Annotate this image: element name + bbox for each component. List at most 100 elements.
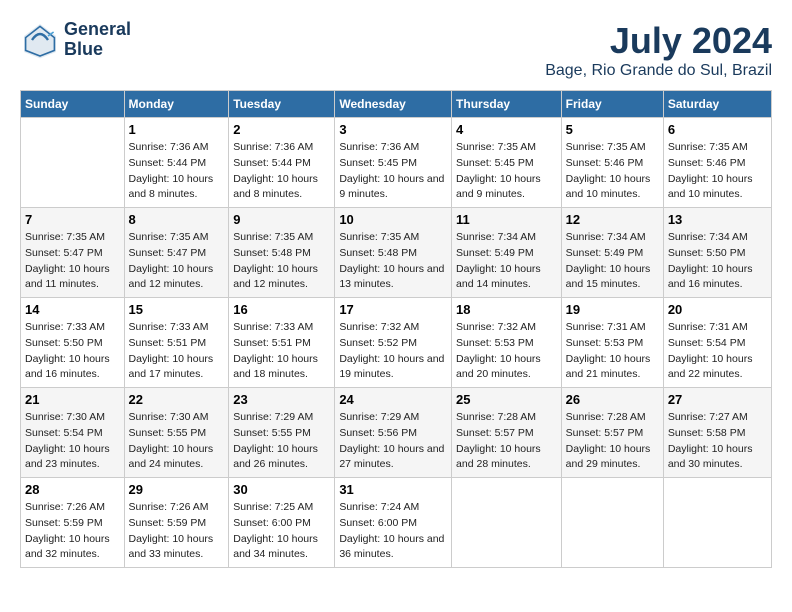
- day-number: 22: [129, 392, 225, 407]
- day-number: 28: [25, 482, 120, 497]
- calendar-cell: 4 Sunrise: 7:35 AMSunset: 5:45 PMDaylight…: [452, 118, 562, 208]
- day-number: 27: [668, 392, 767, 407]
- cell-info: Sunrise: 7:35 AMSunset: 5:48 PMDaylight:…: [233, 230, 330, 293]
- day-number: 11: [456, 212, 557, 227]
- cell-info: Sunrise: 7:36 AMSunset: 5:45 PMDaylight:…: [339, 140, 447, 203]
- day-number: 24: [339, 392, 447, 407]
- day-number: 9: [233, 212, 330, 227]
- calendar-cell: 11 Sunrise: 7:34 AMSunset: 5:49 PMDayligh…: [452, 208, 562, 298]
- week-row-1: 1 Sunrise: 7:36 AMSunset: 5:44 PMDaylight…: [21, 118, 772, 208]
- calendar-cell: 25Sunrise: 7:28 AMSunset: 5:57 PMDayligh…: [452, 388, 562, 478]
- calendar-cell: 5 Sunrise: 7:35 AMSunset: 5:46 PMDaylight…: [561, 118, 663, 208]
- cell-info: Sunrise: 7:25 AMSunset: 6:00 PMDaylight:…: [233, 500, 330, 563]
- calendar-cell: 30 Sunrise: 7:25 AMSunset: 6:00 PMDayligh…: [229, 478, 335, 568]
- calendar-cell: 16Sunrise: 7:33 AMSunset: 5:51 PMDayligh…: [229, 298, 335, 388]
- calendar-cell: 1 Sunrise: 7:36 AMSunset: 5:44 PMDaylight…: [124, 118, 229, 208]
- cell-info: Sunrise: 7:35 AMSunset: 5:47 PMDaylight:…: [129, 230, 225, 293]
- day-number: 12: [566, 212, 659, 227]
- cell-info: Sunrise: 7:29 AMSunset: 5:56 PMDaylight:…: [339, 410, 447, 473]
- calendar-cell: 13 Sunrise: 7:34 AMSunset: 5:50 PMDayligh…: [663, 208, 771, 298]
- calendar-cell: 7 Sunrise: 7:35 AMSunset: 5:47 PMDaylight…: [21, 208, 125, 298]
- cell-info: Sunrise: 7:36 AMSunset: 5:44 PMDaylight:…: [129, 140, 225, 203]
- calendar-cell: 20 Sunrise: 7:31 AMSunset: 5:54 PMDayligh…: [663, 298, 771, 388]
- calendar-cell: 24 Sunrise: 7:29 AMSunset: 5:56 PMDayligh…: [335, 388, 452, 478]
- calendar-cell: 15 Sunrise: 7:33 AMSunset: 5:51 PMDayligh…: [124, 298, 229, 388]
- col-header-thursday: Thursday: [452, 91, 562, 118]
- cell-info: Sunrise: 7:35 AMSunset: 5:48 PMDaylight:…: [339, 230, 447, 293]
- subtitle: Bage, Rio Grande do Sul, Brazil: [545, 62, 772, 80]
- week-row-4: 21Sunrise: 7:30 AMSunset: 5:54 PMDayligh…: [21, 388, 772, 478]
- calendar-cell: 17 Sunrise: 7:32 AMSunset: 5:52 PMDayligh…: [335, 298, 452, 388]
- cell-info: Sunrise: 7:29 AMSunset: 5:55 PMDaylight:…: [233, 410, 330, 473]
- cell-info: Sunrise: 7:31 AMSunset: 5:54 PMDaylight:…: [668, 320, 767, 383]
- cell-info: Sunrise: 7:34 AMSunset: 5:49 PMDaylight:…: [566, 230, 659, 293]
- day-number: 2: [233, 122, 330, 137]
- cell-info: Sunrise: 7:36 AMSunset: 5:44 PMDaylight:…: [233, 140, 330, 203]
- day-number: 1: [129, 122, 225, 137]
- cell-info: Sunrise: 7:30 AMSunset: 5:55 PMDaylight:…: [129, 410, 225, 473]
- cell-info: Sunrise: 7:35 AMSunset: 5:46 PMDaylight:…: [668, 140, 767, 203]
- cell-info: Sunrise: 7:35 AMSunset: 5:46 PMDaylight:…: [566, 140, 659, 203]
- cell-info: Sunrise: 7:35 AMSunset: 5:47 PMDaylight:…: [25, 230, 120, 293]
- cell-info: Sunrise: 7:34 AMSunset: 5:50 PMDaylight:…: [668, 230, 767, 293]
- day-number: 23: [233, 392, 330, 407]
- title-section: July 2024 Bage, Rio Grande do Sul, Brazi…: [545, 20, 772, 80]
- cell-info: Sunrise: 7:28 AMSunset: 5:57 PMDaylight:…: [566, 410, 659, 473]
- cell-info: Sunrise: 7:32 AMSunset: 5:52 PMDaylight:…: [339, 320, 447, 383]
- calendar-cell: 27Sunrise: 7:27 AMSunset: 5:58 PMDayligh…: [663, 388, 771, 478]
- logo-line2: Blue: [64, 40, 131, 60]
- calendar-cell: [561, 478, 663, 568]
- day-number: 19: [566, 302, 659, 317]
- day-number: 13: [668, 212, 767, 227]
- calendar-cell: [21, 118, 125, 208]
- calendar-cell: 19 Sunrise: 7:31 AMSunset: 5:53 PMDayligh…: [561, 298, 663, 388]
- header-row: SundayMondayTuesdayWednesdayThursdayFrid…: [21, 91, 772, 118]
- calendar-cell: 29Sunrise: 7:26 AMSunset: 5:59 PMDayligh…: [124, 478, 229, 568]
- day-number: 21: [25, 392, 120, 407]
- day-number: 3: [339, 122, 447, 137]
- logo-line1: General: [64, 20, 131, 40]
- calendar-cell: 2 Sunrise: 7:36 AMSunset: 5:44 PMDaylight…: [229, 118, 335, 208]
- col-header-monday: Monday: [124, 91, 229, 118]
- cell-info: Sunrise: 7:33 AMSunset: 5:51 PMDaylight:…: [233, 320, 330, 383]
- day-number: 6: [668, 122, 767, 137]
- week-row-2: 7 Sunrise: 7:35 AMSunset: 5:47 PMDaylight…: [21, 208, 772, 298]
- col-header-tuesday: Tuesday: [229, 91, 335, 118]
- day-number: 20: [668, 302, 767, 317]
- week-row-3: 14Sunrise: 7:33 AMSunset: 5:50 PMDayligh…: [21, 298, 772, 388]
- logo: General Blue: [20, 20, 131, 60]
- day-number: 17: [339, 302, 447, 317]
- day-number: 7: [25, 212, 120, 227]
- calendar-cell: 8 Sunrise: 7:35 AMSunset: 5:47 PMDaylight…: [124, 208, 229, 298]
- header: General Blue July 2024 Bage, Rio Grande …: [20, 20, 772, 80]
- calendar-cell: 28 Sunrise: 7:26 AMSunset: 5:59 PMDayligh…: [21, 478, 125, 568]
- calendar-cell: 18Sunrise: 7:32 AMSunset: 5:53 PMDayligh…: [452, 298, 562, 388]
- calendar-cell: 26 Sunrise: 7:28 AMSunset: 5:57 PMDayligh…: [561, 388, 663, 478]
- calendar-cell: [452, 478, 562, 568]
- day-number: 18: [456, 302, 557, 317]
- day-number: 4: [456, 122, 557, 137]
- cell-info: Sunrise: 7:35 AMSunset: 5:45 PMDaylight:…: [456, 140, 557, 203]
- cell-info: Sunrise: 7:31 AMSunset: 5:53 PMDaylight:…: [566, 320, 659, 383]
- col-header-friday: Friday: [561, 91, 663, 118]
- day-number: 5: [566, 122, 659, 137]
- col-header-wednesday: Wednesday: [335, 91, 452, 118]
- logo-icon: [20, 20, 60, 60]
- day-number: 8: [129, 212, 225, 227]
- cell-info: Sunrise: 7:33 AMSunset: 5:51 PMDaylight:…: [129, 320, 225, 383]
- calendar-cell: 22 Sunrise: 7:30 AMSunset: 5:55 PMDayligh…: [124, 388, 229, 478]
- calendar-table: SundayMondayTuesdayWednesdayThursdayFrid…: [20, 90, 772, 568]
- cell-info: Sunrise: 7:26 AMSunset: 5:59 PMDaylight:…: [129, 500, 225, 563]
- cell-info: Sunrise: 7:34 AMSunset: 5:49 PMDaylight:…: [456, 230, 557, 293]
- day-number: 15: [129, 302, 225, 317]
- calendar-cell: 14Sunrise: 7:33 AMSunset: 5:50 PMDayligh…: [21, 298, 125, 388]
- day-number: 26: [566, 392, 659, 407]
- cell-info: Sunrise: 7:33 AMSunset: 5:50 PMDaylight:…: [25, 320, 120, 383]
- col-header-saturday: Saturday: [663, 91, 771, 118]
- calendar-cell: [663, 478, 771, 568]
- calendar-cell: 9 Sunrise: 7:35 AMSunset: 5:48 PMDaylight…: [229, 208, 335, 298]
- logo-text: General Blue: [64, 20, 131, 60]
- day-number: 30: [233, 482, 330, 497]
- cell-info: Sunrise: 7:26 AMSunset: 5:59 PMDaylight:…: [25, 500, 120, 563]
- cell-info: Sunrise: 7:24 AMSunset: 6:00 PMDaylight:…: [339, 500, 447, 563]
